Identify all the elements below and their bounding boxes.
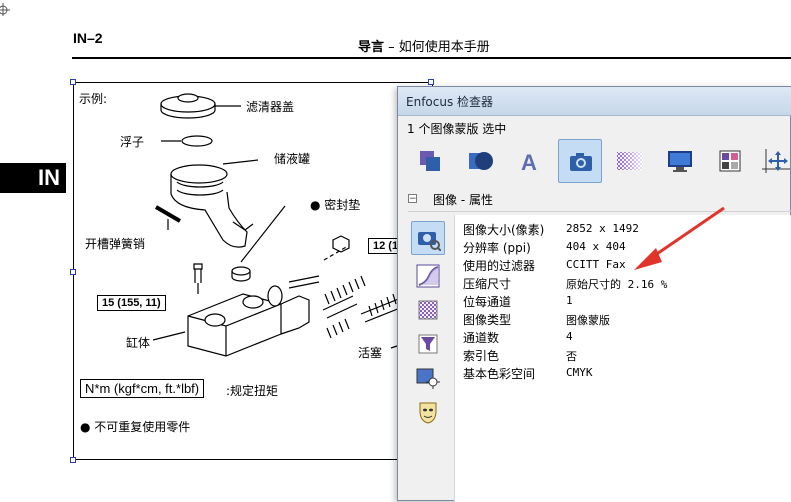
- property-category-sidebar: [408, 221, 448, 502]
- position-icon[interactable]: [754, 139, 791, 183]
- property-label: 分辨率 (ppi): [463, 241, 531, 255]
- inspector-titlebar[interactable]: Enfocus 检查器: [398, 87, 791, 116]
- label-slotted-pin: 开槽弹簧销: [85, 237, 146, 251]
- header-rule: [72, 57, 791, 59]
- enfocus-inspector-window[interactable]: Enfocus 检查器 1 个图像蒙版 选中 A − 图像 - 属性 图像大小(…: [397, 86, 791, 502]
- monitor-icon[interactable]: [658, 139, 702, 183]
- properties-section-header[interactable]: − 图像 - 属性: [408, 190, 791, 210]
- collapse-toggle[interactable]: −: [408, 194, 417, 204]
- inspector-title: Enfocus 检查器: [406, 95, 494, 109]
- property-label: 图像大小(像素): [463, 223, 545, 237]
- object-icon[interactable]: [408, 139, 452, 183]
- property-row: 位每通道 1: [463, 293, 791, 311]
- label-piston: 活塞: [358, 346, 383, 360]
- page-number: IN–2: [73, 30, 103, 46]
- property-row: 基本色彩空间 CMYK: [463, 365, 791, 383]
- legend-torque-box: N*m (kgf*cm, ft.*lbf): [80, 379, 205, 398]
- page-header-title: 导言 – 如何使用本手册: [358, 36, 490, 55]
- side-tab-label: IN: [38, 165, 60, 190]
- property-label: 图像类型: [463, 313, 512, 327]
- label-reservoir: 储液罐: [274, 152, 311, 166]
- figure-example-label: 示例:: [79, 92, 108, 106]
- torque-box-bleeder: 15 (155, 11): [97, 295, 166, 311]
- shape-icon[interactable]: [458, 139, 502, 183]
- grid-icon[interactable]: [708, 139, 752, 183]
- svg-text:A: A: [521, 150, 537, 175]
- label-reservoir-cap: 滤清器盖: [246, 100, 295, 114]
- property-label: 使用的过滤器: [463, 259, 536, 273]
- inspector-category-toolbar: A: [406, 139, 791, 185]
- filter-icon[interactable]: [411, 327, 445, 361]
- property-label: 基本色彩空间: [463, 367, 536, 381]
- section-side-tab: IN: [0, 163, 66, 193]
- section-title: 图像 - 属性: [433, 193, 493, 207]
- property-value: 4: [566, 330, 573, 343]
- property-value: 404 x 404: [566, 240, 626, 253]
- image-properties-icon[interactable]: [411, 221, 445, 255]
- property-value: 1: [566, 294, 573, 307]
- legend-torque-text: :规定扭矩: [226, 384, 279, 398]
- property-row: 索引色 否: [463, 347, 791, 365]
- brightness-icon[interactable]: [411, 361, 445, 395]
- property-row: 通道数 4: [463, 329, 791, 347]
- legend-nonreusable: ● 不可重复使用零件: [80, 420, 191, 434]
- annotation-arrow-icon: [634, 206, 725, 270]
- property-value: 否: [566, 350, 577, 363]
- property-label: 压缩尺寸: [463, 277, 512, 291]
- property-label: 位每通道: [463, 295, 512, 309]
- label-seal: ● 密封垫: [310, 198, 361, 212]
- color-icon[interactable]: [608, 139, 652, 183]
- section-divider: [408, 211, 791, 212]
- pattern-icon[interactable]: [411, 293, 445, 327]
- selection-status: 1 个图像蒙版 选中: [407, 122, 507, 136]
- property-value: 图像蒙版: [566, 314, 610, 327]
- text-icon[interactable]: A: [508, 139, 552, 183]
- crosshair-cursor-icon: [0, 3, 10, 16]
- curve-icon[interactable]: [411, 259, 445, 293]
- label-float: 浮子: [120, 135, 145, 149]
- header-dash: –: [384, 40, 399, 55]
- property-value: CMYK: [566, 366, 593, 379]
- property-row: 图像类型 图像蒙版: [463, 311, 791, 329]
- label-cylinder-body: 缸体: [126, 336, 151, 350]
- header-section: 导言: [358, 40, 385, 55]
- property-value: CCITT Fax: [566, 258, 626, 271]
- mask-icon[interactable]: [411, 395, 445, 429]
- property-label: 通道数: [463, 331, 500, 345]
- property-label: 索引色: [463, 349, 500, 363]
- header-subtitle: 如何使用本手册: [398, 40, 490, 55]
- image-icon[interactable]: [558, 139, 602, 183]
